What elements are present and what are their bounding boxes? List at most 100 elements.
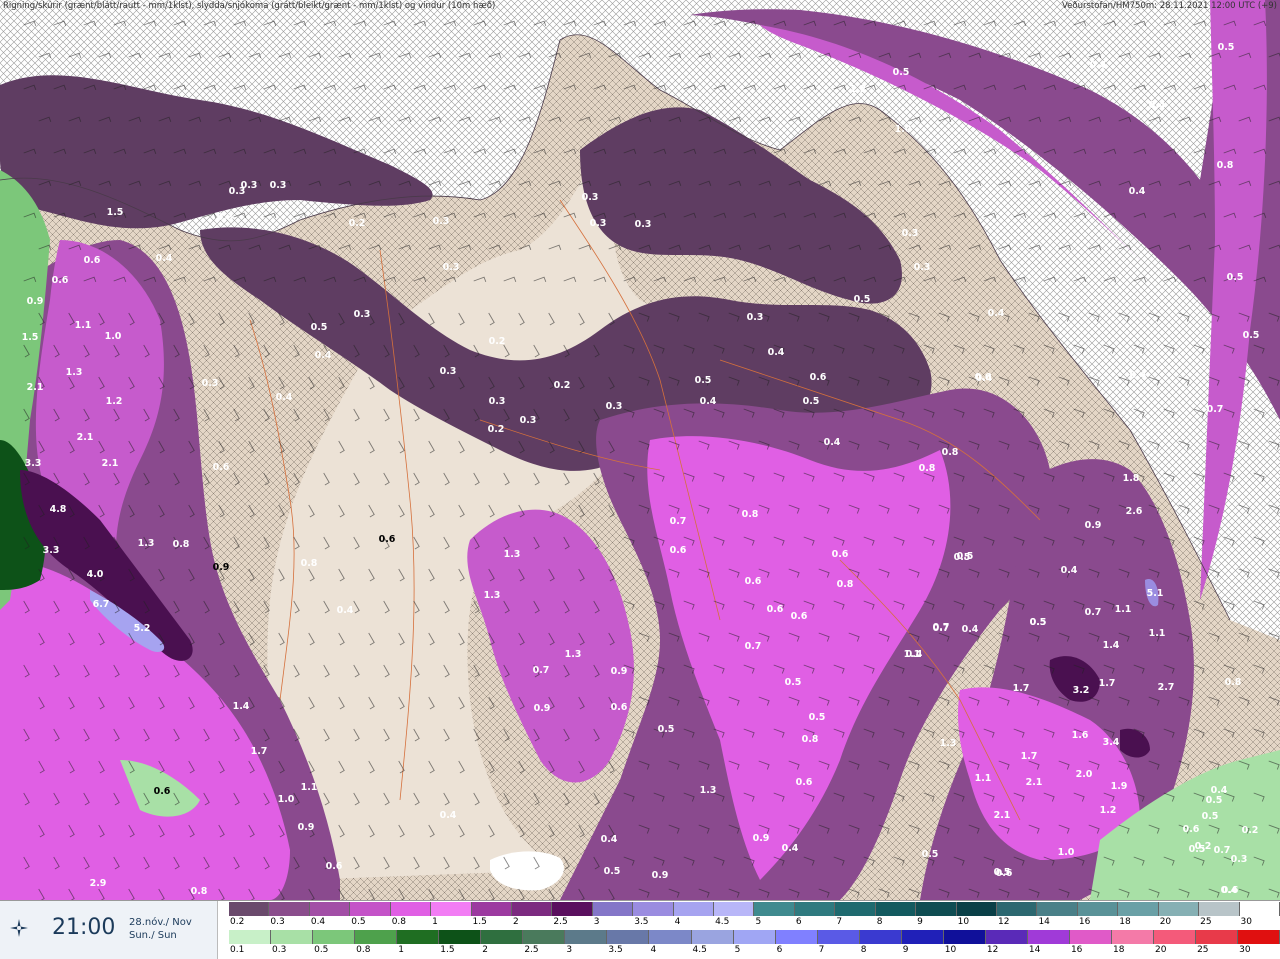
snow-label: 1.5 xyxy=(472,917,487,927)
rain-label: 14 xyxy=(1028,945,1041,955)
snow-swatch xyxy=(592,902,634,916)
snow-label: 6 xyxy=(795,917,802,927)
rain-label: 1 xyxy=(398,945,404,955)
precip-value-label: 0.7 xyxy=(745,641,762,652)
precip-value-label: 0.8 xyxy=(742,509,759,520)
precip-value-label: 0.4 xyxy=(315,350,332,361)
snow-swatch xyxy=(1199,902,1240,916)
map-caption: Rigning/skúrir (grænt/blátt/rautt - mm/1… xyxy=(3,1,496,11)
precip-value-label: 0.4 xyxy=(782,843,799,854)
precip-value-label: 1.0 xyxy=(278,794,295,805)
precip-value-label: 0.3 xyxy=(1231,854,1248,865)
valid-date-line2: Sun./ Sun xyxy=(129,930,177,941)
precip-value-label: 0.3 xyxy=(635,219,652,230)
precip-value-label: 0.5 xyxy=(994,867,1011,878)
snow-label: 8 xyxy=(876,917,883,927)
rain-swatch xyxy=(1154,930,1197,944)
precip-value-label: 0.2 xyxy=(554,380,571,391)
snow-swatch xyxy=(269,902,310,916)
precip-value-label: 0.7 xyxy=(670,516,687,527)
rain-swatch xyxy=(523,930,566,944)
precip-value-label: 1.5 xyxy=(22,332,39,343)
snow-label: 10 xyxy=(957,917,970,927)
precip-value-label: 0.6 xyxy=(832,549,849,560)
precip-value-label: 0.9 xyxy=(1085,520,1102,531)
snow-swatch xyxy=(309,902,351,916)
precip-value-label: 0.3 xyxy=(443,262,460,273)
compass-star-icon xyxy=(10,919,28,937)
precip-value-label: 0.4 xyxy=(1061,565,1078,576)
rain-swatch xyxy=(1238,930,1280,944)
rain-swatch xyxy=(439,930,482,944)
precip-value-label: 0.4 xyxy=(824,437,841,448)
precip-value-label: 1.3 xyxy=(484,590,501,601)
precip-value-label: 1.0 xyxy=(105,331,122,342)
rain-label: 18 xyxy=(1112,945,1125,955)
snow-label: 18 xyxy=(1119,917,1131,927)
precip-value-label: 0.9 xyxy=(298,822,315,833)
snow-label: 2.5 xyxy=(553,917,568,927)
precip-value-label: 1.8 xyxy=(1123,473,1140,484)
precip-value-label: 4.0 xyxy=(87,569,104,580)
precip-value-label: 0.6 xyxy=(810,372,827,383)
rain-label: 2 xyxy=(482,945,489,955)
snow-swatch xyxy=(229,902,270,916)
snow-swatch xyxy=(1037,902,1078,916)
rain-swatch xyxy=(313,930,356,944)
snow-swatch xyxy=(714,902,755,916)
precip-value-label: 0.9 xyxy=(652,870,669,881)
precip-value-label: 0.7 xyxy=(1214,845,1231,856)
precip-value-label: 0.5 xyxy=(803,396,820,407)
rain-label: 12 xyxy=(986,945,999,955)
rain-label: 4.5 xyxy=(692,945,707,955)
rain-label: 1.5 xyxy=(440,945,455,955)
valid-date: 28.nóv./ Nov Sun./ Sun xyxy=(129,916,192,942)
precip-value-label: 0.6 xyxy=(213,462,230,473)
precip-value-label: 1.1 xyxy=(301,782,318,793)
precip-value-label: 0.5 xyxy=(311,322,328,333)
rain-label: 4 xyxy=(650,945,657,955)
precip-value-label: 0.5 xyxy=(1202,811,1219,822)
precip-value-label: 0.3 xyxy=(747,312,764,323)
rain-label: 2.5 xyxy=(524,945,539,955)
precip-value-label: 0.5 xyxy=(1218,42,1235,53)
precip-value-label: 2.6 xyxy=(1126,506,1143,517)
precip-value-label: 0.3 xyxy=(440,366,457,377)
precip-value-label: 0.7 xyxy=(933,622,950,633)
rain-swatch xyxy=(775,930,818,944)
precip-value-label: 0.5 xyxy=(1243,330,1260,341)
precip-value-label: 0.4 xyxy=(768,347,785,358)
snow-label: 30 xyxy=(1240,917,1252,927)
precip-value-label: 1.6 xyxy=(1072,730,1089,741)
precip-value-label: 0.3 xyxy=(270,180,287,191)
rain-label: 20 xyxy=(1155,945,1167,955)
precip-value-label: 0.4 xyxy=(1090,60,1107,71)
precip-value-label: 2.9 xyxy=(90,878,107,889)
precip-value-label: 0.8 xyxy=(942,447,959,458)
precip-value-label: 0.5 xyxy=(809,712,826,723)
precip-value-label: 0.8 xyxy=(837,579,854,590)
rain-label: 5 xyxy=(734,945,741,955)
precip-value-label: 1.4 xyxy=(1103,640,1120,651)
precip-value-label: 1.3 xyxy=(66,367,83,378)
precip-value-label: 0.8 xyxy=(919,463,936,474)
precip-value-label: 5.2 xyxy=(134,623,151,634)
rain-swatch xyxy=(355,930,398,944)
precip-value-label: 0.4 xyxy=(906,649,923,660)
precip-value-label: 0.8 xyxy=(191,886,208,897)
precip-value-label: 0.6 xyxy=(767,604,784,615)
precip-value-label: 3.3 xyxy=(25,458,42,469)
rain-swatch xyxy=(901,930,944,944)
precip-value-label: 0.6 xyxy=(670,545,687,556)
rain-swatch xyxy=(1069,930,1112,944)
snow-swatch xyxy=(1158,902,1200,916)
precip-value-label: 0.8 xyxy=(301,558,318,569)
rain-label: 8 xyxy=(860,945,867,955)
precip-value-label: 1.1 xyxy=(75,320,92,331)
precip-value-label: 2.1 xyxy=(994,810,1011,821)
rain-label: 3.5 xyxy=(608,945,623,955)
precip-value-label: 0.4 xyxy=(440,810,457,821)
precip-value-label: 1.7 xyxy=(1099,678,1116,689)
precip-value-label: 0.3 xyxy=(433,216,450,227)
rain-scale-labels: 0.1 0.3 0.5 0.8 1 1.5 2 2.5 3 3.5 4 4.5 5 6 7 8 9 10 12 14 1… xyxy=(229,944,1280,956)
